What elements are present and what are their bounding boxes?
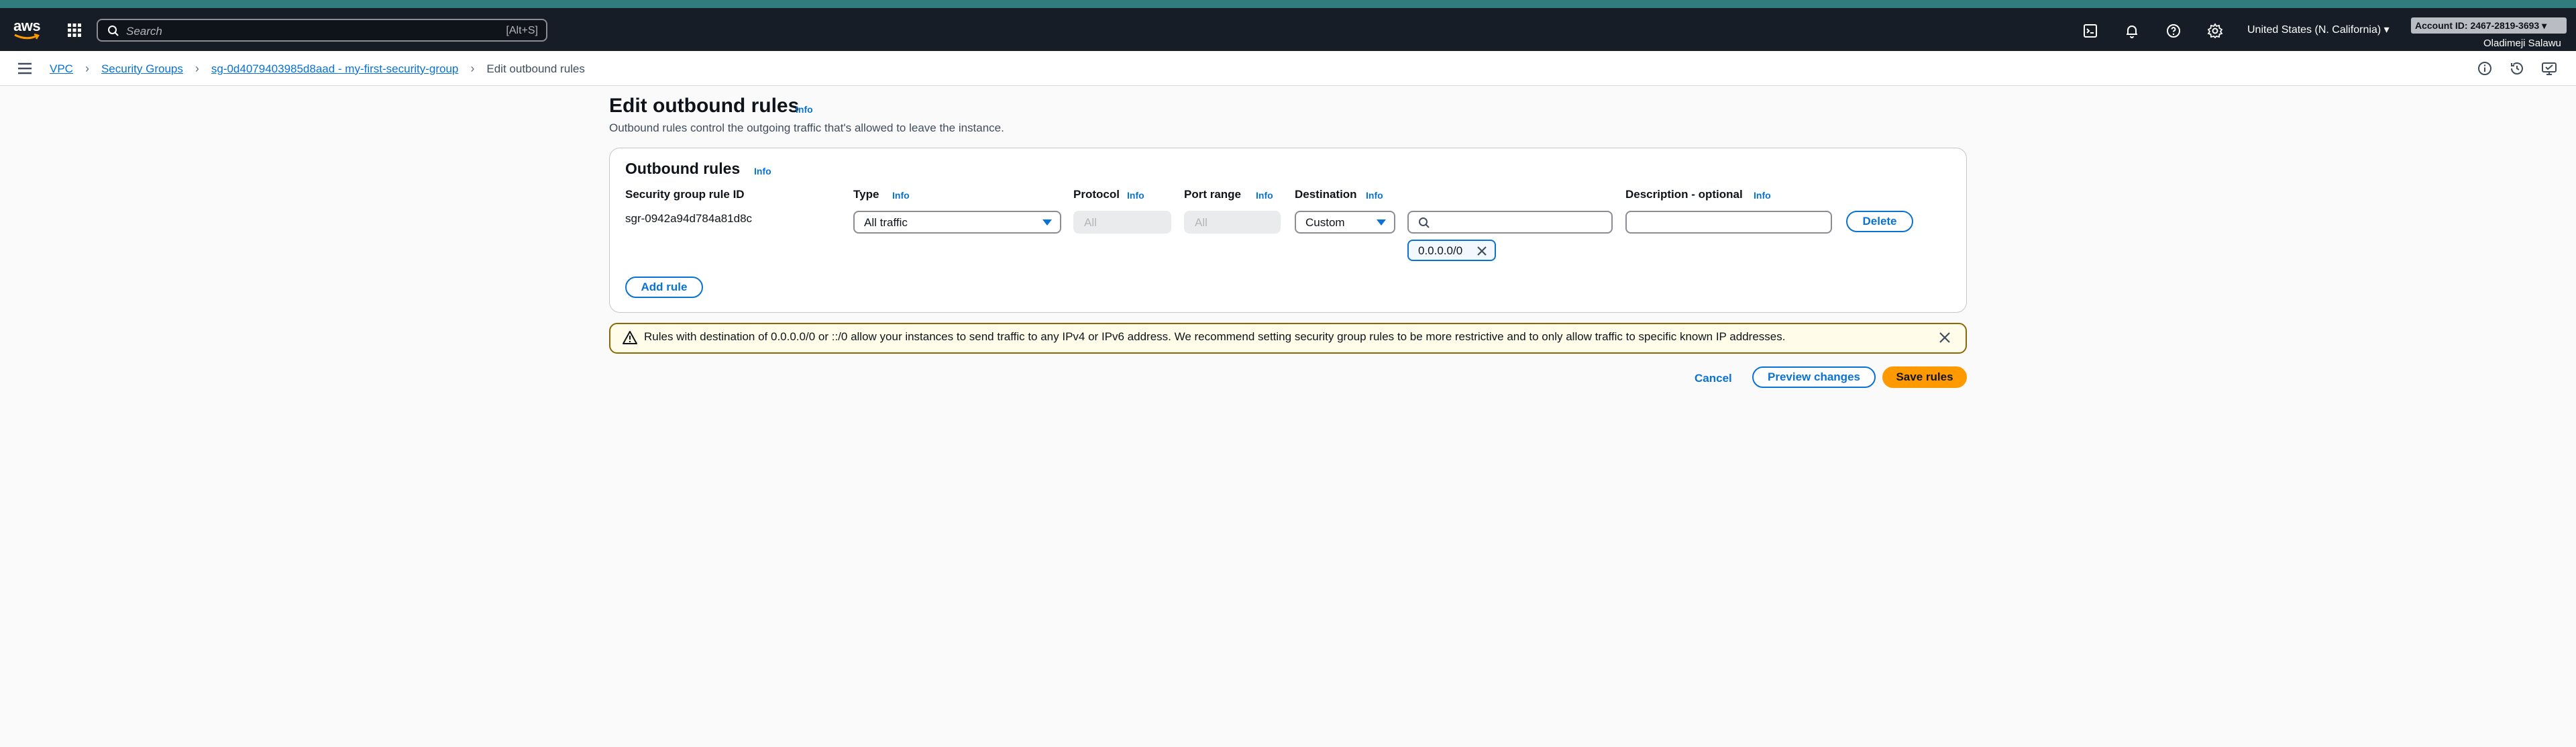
region-selector[interactable]: United States (N. California) ▾ (2247, 23, 2390, 36)
description-input[interactable] (1625, 211, 1832, 234)
search-icon (1418, 217, 1430, 232)
remove-token-close-icon[interactable] (1476, 245, 1488, 260)
destination-select-value: Custom (1305, 216, 1345, 229)
page-description: Outbound rules control the outgoing traf… (609, 121, 1004, 134)
warning-text: Rules with destination of 0.0.0.0/0 or :… (644, 330, 1786, 343)
cancel-button[interactable]: Cancel (1695, 372, 1732, 385)
column-header-protocol: Protocol (1073, 188, 1120, 201)
settings-gear-icon[interactable] (2207, 23, 2223, 39)
column-header-rule-id: Security group rule ID (625, 188, 745, 201)
menu-hamburger-icon[interactable] (17, 62, 32, 75)
column-header-description: Description - optional (1625, 188, 1743, 201)
port-range-value: All (1195, 216, 1208, 229)
cloudshell-icon[interactable] (2082, 23, 2098, 39)
username[interactable]: Oladimeji Salawu (2483, 38, 2561, 49)
search-icon (107, 25, 119, 40)
outbound-rules-title: Outbound rules (625, 160, 741, 177)
type-select-value: All traffic (864, 216, 908, 229)
description-info-link[interactable]: Info (1754, 190, 1771, 201)
page-title: Edit outbound rules (609, 95, 800, 117)
warning-triangle-icon (623, 330, 637, 345)
history-icon[interactable] (2509, 60, 2525, 77)
destination-token: 0.0.0.0/0 (1407, 240, 1496, 261)
info-panel-icon[interactable] (2477, 60, 2493, 77)
rule-id-value: sgr-0942a94d784a81d8c (625, 212, 753, 225)
protocol-value: All (1084, 216, 1097, 229)
chevron-right-icon: › (85, 62, 89, 75)
breadcrumb-security-group[interactable]: sg-0d4079403985d8aad - my-first-security… (211, 62, 459, 76)
destination-search-input[interactable] (1407, 211, 1613, 234)
top-stripe (0, 0, 2576, 8)
search-input[interactable]: Search [Alt+S] (97, 19, 547, 42)
breadcrumb-current: Edit outbound rules (486, 62, 585, 75)
chevron-right-icon: › (470, 62, 475, 75)
column-header-destination: Destination (1295, 188, 1357, 201)
column-header-port-range: Port range (1184, 188, 1242, 201)
type-select[interactable]: All traffic (853, 211, 1061, 234)
protocol-info-link[interactable]: Info (1127, 190, 1144, 201)
notifications-bell-icon[interactable] (2124, 23, 2140, 39)
port-range-info-link[interactable]: Info (1256, 190, 1273, 201)
page-info-link[interactable]: Info (796, 104, 813, 115)
breadcrumb: VPC › Security Groups › sg-0d4079403985d… (50, 62, 585, 76)
dismiss-warning-close-icon[interactable] (1937, 330, 1952, 345)
breadcrumb-bar: VPC › Security Groups › sg-0d4079403985d… (0, 51, 2576, 86)
search-shortcut: [Alt+S] (506, 25, 538, 36)
account-id-menu[interactable]: Account ID: 2467-2819-3693 ▾ (2411, 17, 2567, 34)
destination-select[interactable]: Custom (1295, 211, 1395, 234)
chevron-right-icon: › (195, 62, 199, 75)
delete-rule-button[interactable]: Delete (1846, 211, 1913, 232)
save-rules-button[interactable]: Save rules (1882, 366, 1967, 388)
type-info-link[interactable]: Info (892, 190, 910, 201)
preview-changes-button[interactable]: Preview changes (1752, 366, 1876, 388)
protocol-input: All (1073, 211, 1171, 234)
outbound-rules-info-link[interactable]: Info (754, 166, 771, 177)
services-grid-icon[interactable] (67, 23, 82, 38)
port-range-input: All (1184, 211, 1281, 234)
destination-token-label: 0.0.0.0/0 (1418, 244, 1463, 257)
top-navigation: aws Search [Alt+S] United States (N. Cal… (0, 8, 2576, 51)
search-placeholder: Search (126, 25, 162, 38)
aws-logo[interactable]: aws (13, 19, 43, 43)
caret-down-icon (1377, 219, 1386, 226)
help-icon[interactable] (2165, 23, 2182, 39)
column-header-type: Type (853, 188, 879, 201)
destination-info-link[interactable]: Info (1366, 190, 1383, 201)
add-rule-button[interactable]: Add rule (625, 277, 703, 298)
feedback-icon[interactable] (2541, 60, 2557, 77)
caret-down-icon (1042, 219, 1052, 226)
breadcrumb-vpc[interactable]: VPC (50, 62, 73, 76)
breadcrumb-security-groups[interactable]: Security Groups (101, 62, 183, 76)
